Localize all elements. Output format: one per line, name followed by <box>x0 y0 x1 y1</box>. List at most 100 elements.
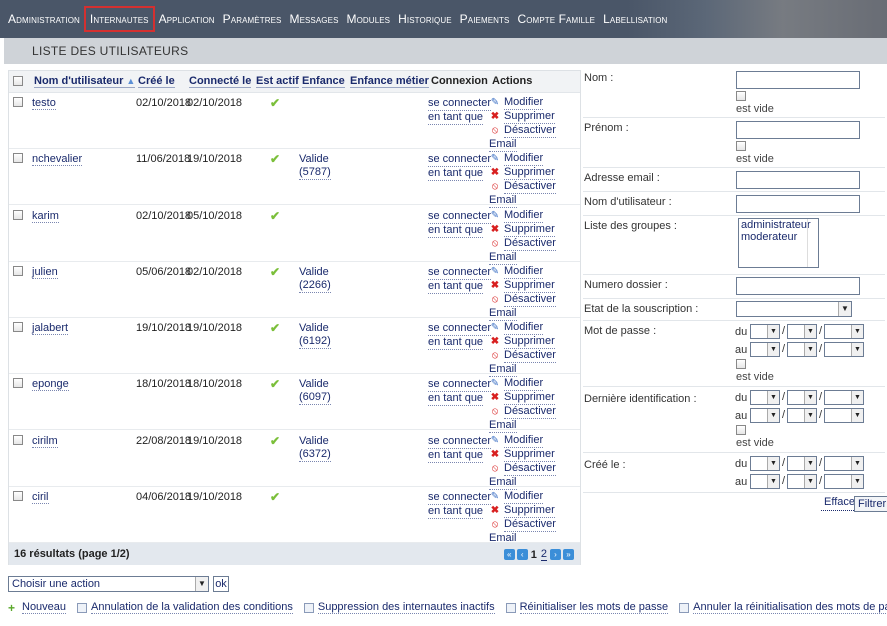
dossier-input[interactable] <box>736 277 860 295</box>
login-as-link[interactable]: se connecter en tant que <box>428 322 491 350</box>
nav-modules[interactable]: Modules <box>343 6 395 32</box>
modify-button[interactable]: ✎ Modifier <box>489 434 556 448</box>
modify-button[interactable]: ✎ Modifier <box>489 152 556 167</box>
date-au-month-select[interactable]: ▼ <box>787 342 817 357</box>
enfance-cell[interactable]: Valide (6372) <box>299 435 331 462</box>
username-link[interactable]: karim <box>32 210 59 223</box>
date-au-year-select[interactable]: ▼ <box>824 342 864 357</box>
col-created[interactable]: Créé le <box>138 75 175 88</box>
delete-button[interactable]: ✖ Supprimer <box>489 391 556 406</box>
nav-internautes[interactable]: Internautes <box>83 6 155 32</box>
date-du-day-select[interactable]: ▼ <box>750 324 780 339</box>
nav-administration[interactable]: Administration <box>4 6 84 32</box>
login-as-link[interactable]: se connecter en tant que <box>428 435 491 463</box>
row-checkbox[interactable] <box>13 378 23 389</box>
deactivate-button[interactable]: ⦸ Désactiver <box>489 518 556 532</box>
date-au-day-select[interactable]: ▼ <box>750 408 780 423</box>
deactivate-button[interactable]: ⦸ Désactiver <box>489 180 556 195</box>
col-enfance-metier[interactable]: Enfance métier <box>350 75 429 88</box>
date-du-day-select[interactable]: ▼ <box>750 390 780 405</box>
date-au-month-select[interactable]: ▼ <box>787 474 817 489</box>
deactivate-button[interactable]: ⦸ Désactiver <box>489 405 556 420</box>
login-as-link[interactable]: se connecter en tant que <box>428 153 491 182</box>
username-link[interactable]: testo <box>32 97 56 110</box>
cancel-reset-link[interactable]: Annuler la réinitialisation des mots de … <box>679 601 887 614</box>
username-link[interactable]: jalabert <box>32 322 69 335</box>
listbox-scrollbar[interactable] <box>807 219 818 267</box>
delete-button[interactable]: ✖ Supprimer <box>489 335 556 349</box>
email-input[interactable] <box>736 171 860 189</box>
nom-empty-checkbox[interactable] <box>736 91 746 101</box>
delete-button[interactable]: ✖ Supprimer <box>489 166 556 181</box>
nav-labellisation[interactable]: Labellisation <box>599 6 671 32</box>
apply-filters-button[interactable]: Filtrer <box>854 496 887 512</box>
row-checkbox[interactable] <box>13 322 23 332</box>
username-link[interactable]: ciril <box>32 491 49 504</box>
login-as-link[interactable]: se connecter en tant que <box>428 266 491 294</box>
bulk-action-select[interactable]: Choisir une action ▼ <box>8 576 209 592</box>
delete-inactive-link[interactable]: Suppression des internautes inactifs <box>303 601 495 614</box>
delete-button[interactable]: ✖ Supprimer <box>489 504 556 518</box>
delete-button[interactable]: ✖ Supprimer <box>489 223 556 237</box>
bulk-action-ok-button[interactable]: ok <box>213 576 229 592</box>
login-as-link[interactable]: se connecter en tant que <box>428 491 491 519</box>
enfance-cell[interactable]: Valide (6097) <box>299 378 331 406</box>
col-enfance[interactable]: Enfance <box>302 75 345 88</box>
first-page-icon[interactable]: « <box>503 549 515 560</box>
reset-passwords-link[interactable]: Réinitialiser les mots de passe <box>505 601 669 614</box>
col-active[interactable]: Est actif <box>256 75 299 88</box>
username-link[interactable]: julien <box>32 266 58 279</box>
row-checkbox[interactable] <box>13 209 23 220</box>
delete-button[interactable]: ✖ Supprimer <box>489 110 556 124</box>
date-du-year-select[interactable]: ▼ <box>824 324 864 339</box>
row-checkbox[interactable] <box>13 265 23 276</box>
enfance-cell[interactable]: Valide (2266) <box>299 266 331 293</box>
modify-button[interactable]: ✎ Modifier <box>489 209 556 223</box>
login-as-link[interactable]: se connecter en tant que <box>428 97 491 125</box>
date-au-month-select[interactable]: ▼ <box>787 408 817 423</box>
login-as-link[interactable]: se connecter en tant que <box>428 378 491 407</box>
date-du-day-select[interactable]: ▼ <box>750 456 780 471</box>
date-au-year-select[interactable]: ▼ <box>824 408 864 423</box>
page-2[interactable]: 2 <box>540 548 547 561</box>
new-user-link[interactable]: + Nouveau <box>8 601 67 614</box>
username-link[interactable]: eponge <box>32 378 69 392</box>
modify-button[interactable]: ✎ Modifier <box>489 265 556 279</box>
last-login-empty-checkbox[interactable] <box>736 425 746 435</box>
modify-button[interactable]: ✎ Modifier <box>489 490 556 504</box>
date-du-month-select[interactable]: ▼ <box>787 390 817 405</box>
last-page-icon[interactable]: » <box>563 549 574 560</box>
col-connected[interactable]: Connecté le <box>189 75 252 88</box>
deactivate-button[interactable]: ⦸ Désactiver <box>489 462 556 476</box>
row-checkbox[interactable] <box>13 434 23 445</box>
login-as-link[interactable]: se connecter en tant que <box>428 210 491 238</box>
row-checkbox[interactable] <box>13 97 23 107</box>
username-link[interactable]: nchevalier <box>32 153 83 167</box>
nav-messages[interactable]: Messages <box>285 6 342 32</box>
row-checkbox[interactable] <box>13 490 23 501</box>
date-au-day-select[interactable]: ▼ <box>750 474 780 489</box>
password-empty-checkbox[interactable] <box>736 359 746 369</box>
nav-historique[interactable]: Historique <box>394 6 456 32</box>
modify-button[interactable]: ✎ Modifier <box>489 96 556 110</box>
deactivate-button[interactable]: ⦸ Désactiver <box>489 349 556 363</box>
date-du-year-select[interactable]: ▼ <box>824 456 864 471</box>
modify-button[interactable]: ✎ Modifier <box>489 321 556 335</box>
date-du-month-select[interactable]: ▼ <box>787 324 817 339</box>
delete-button[interactable]: ✖ Supprimer <box>489 279 556 293</box>
select-all-checkbox[interactable] <box>13 76 23 86</box>
date-du-month-select[interactable]: ▼ <box>787 456 817 471</box>
enfance-cell[interactable]: Valide (6192) <box>299 322 331 349</box>
username-input[interactable] <box>736 195 860 213</box>
enfance-cell[interactable]: Valide (5787) <box>299 153 331 181</box>
date-au-year-select[interactable]: ▼ <box>824 474 864 489</box>
nav-compte-famille[interactable]: Compte Famille <box>513 6 599 32</box>
prev-page-icon[interactable]: ‹ <box>516 549 528 560</box>
deactivate-button[interactable]: ⦸ Désactiver <box>489 124 556 138</box>
col-username[interactable]: Nom d'utilisateur ▲ <box>34 75 136 88</box>
souscription-select[interactable]: ▼ <box>736 301 852 317</box>
nom-input[interactable] <box>736 71 860 89</box>
date-du-year-select[interactable]: ▼ <box>824 390 864 405</box>
date-au-day-select[interactable]: ▼ <box>750 342 780 357</box>
deactivate-button[interactable]: ⦸ Désactiver <box>489 293 556 307</box>
